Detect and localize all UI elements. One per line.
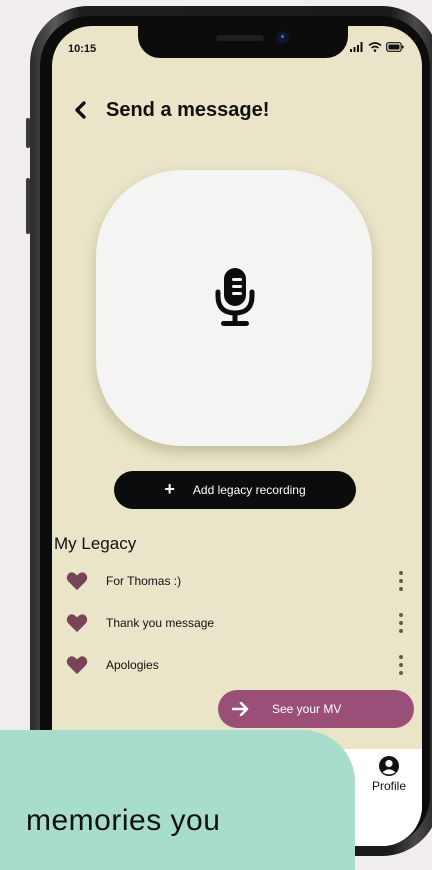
page-title: Send a message! [106, 98, 270, 121]
app-screen: 10:15 Send a message! + Add legacy recor… [52, 26, 422, 846]
side-button [26, 178, 30, 234]
legacy-item-label: Thank you message [106, 616, 215, 630]
status-time: 10:15 [68, 43, 97, 55]
record-button[interactable] [96, 170, 372, 446]
banner-text: memories you [26, 804, 221, 837]
microphone-icon [215, 268, 255, 326]
legacy-list: For Thomas :) Thank you message Apologie… [66, 560, 416, 686]
more-options-icon[interactable] [398, 571, 404, 591]
speaker [216, 35, 264, 41]
arrow-right-icon [232, 702, 249, 716]
add-legacy-recording-label: Add legacy recording [192, 483, 306, 497]
back-button[interactable] [68, 98, 92, 122]
legacy-item-label: For Thomas :) [106, 574, 182, 588]
nav-profile-label: Profile [371, 779, 406, 793]
signal-icon [350, 42, 363, 52]
header: Send a message! [68, 98, 269, 122]
more-options-icon[interactable] [398, 613, 404, 633]
legacy-item[interactable]: Apologies [66, 644, 416, 686]
section-title-my-legacy: My Legacy [54, 534, 137, 553]
nav-profile[interactable]: Profile [364, 755, 414, 793]
side-button [26, 118, 30, 148]
notch [138, 26, 348, 58]
front-camera [278, 33, 287, 42]
heart-icon [66, 572, 88, 591]
heart-icon [66, 614, 88, 633]
legacy-item[interactable]: For Thomas :) [66, 560, 416, 602]
promo-banner [0, 730, 355, 870]
legacy-item[interactable]: Thank you message [66, 602, 416, 644]
profile-icon [379, 756, 399, 776]
heart-icon [66, 656, 88, 675]
plus-icon: + [164, 478, 175, 499]
see-your-mv-label: See your MV [272, 702, 342, 716]
add-legacy-recording-button[interactable]: + Add legacy recording [114, 471, 356, 509]
chevron-left-icon [75, 101, 86, 119]
legacy-item-label: Apologies [106, 658, 159, 672]
see-your-mv-button[interactable]: See your MV [218, 690, 414, 728]
status-icons [350, 42, 404, 52]
battery-icon [386, 42, 404, 52]
wifi-icon [368, 42, 382, 52]
more-options-icon[interactable] [398, 655, 404, 675]
